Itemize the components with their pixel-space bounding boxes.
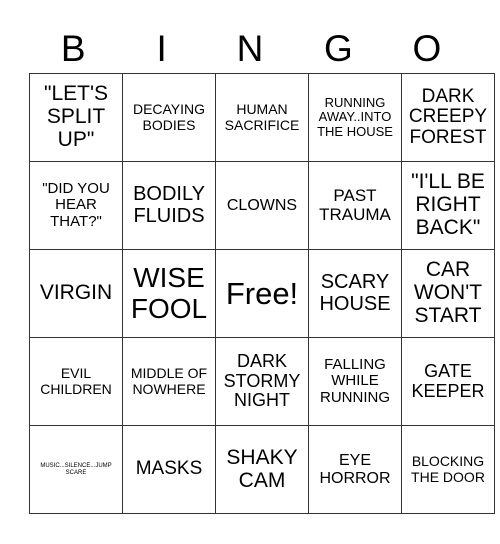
bingo-cell[interactable]: DARK STORMY NIGHT — [215, 337, 309, 426]
bingo-cell[interactable]: CAR WON'T START — [401, 249, 495, 338]
bingo-cell[interactable]: SHAKY CAM — [215, 425, 309, 514]
grid-row: EVIL CHILDREN MIDDLE OF NOWHERE DARK STO… — [29, 337, 495, 426]
bingo-cell[interactable]: EVIL CHILDREN — [29, 337, 123, 426]
bingo-cell[interactable]: "I'LL BE RIGHT BACK" — [401, 161, 495, 250]
bingo-cell[interactable]: CLOWNS — [215, 161, 309, 250]
header-letter-i: I — [156, 28, 167, 69]
grid-row: VIRGIN WISE FOOL Free! SCARY HOUSE CAR W… — [29, 249, 495, 338]
grid-row: MUSIC...SILENCE...JUMP SCARE MASKS SHAKY… — [29, 425, 495, 514]
header-letter-o: O — [412, 28, 442, 69]
bingo-cell[interactable]: HUMAN SACRIFICE — [215, 73, 309, 162]
bingo-cell[interactable]: BLOCKING THE DOOR — [401, 425, 495, 514]
grid-row: "LET'S SPLIT UP" DECAYING BODIES HUMAN S… — [29, 73, 495, 162]
header-letter-b: B — [60, 28, 86, 69]
bingo-cell[interactable]: MASKS — [122, 425, 216, 514]
bingo-cell[interactable]: FALLING WHILE RUNNING — [308, 337, 402, 426]
bingo-grid: "LET'S SPLIT UP" DECAYING BODIES HUMAN S… — [29, 73, 495, 514]
bingo-cell[interactable]: GATE KEEPER — [401, 337, 495, 426]
header-letter-n: N — [236, 28, 264, 69]
bingo-cell[interactable]: DECAYING BODIES — [122, 73, 216, 162]
bingo-cell[interactable]: RUNNING AWAY..INTO THE HOUSE — [308, 73, 402, 162]
bingo-cell[interactable]: BODILY FLUIDS — [122, 161, 216, 250]
bingo-cell[interactable]: SCARY HOUSE — [308, 249, 402, 338]
bingo-cell[interactable]: VIRGIN — [29, 249, 123, 338]
bingo-cell[interactable]: MUSIC...SILENCE...JUMP SCARE — [29, 425, 123, 514]
bingo-cell[interactable]: MIDDLE OF NOWHERE — [122, 337, 216, 426]
grid-row: "DID YOU HEAR THAT?" BODILY FLUIDS CLOWN… — [29, 161, 495, 250]
bingo-cell[interactable]: DARK CREEPY FOREST — [401, 73, 495, 162]
free-cell[interactable]: Free! — [215, 249, 309, 338]
bingo-cell[interactable]: "LET'S SPLIT UP" — [29, 73, 123, 162]
bingo-header: B I N G O — [29, 26, 471, 72]
bingo-cell[interactable]: WISE FOOL — [122, 249, 216, 338]
bingo-cell[interactable]: "DID YOU HEAR THAT?" — [29, 161, 123, 250]
header-letter-g: G — [324, 28, 353, 69]
bingo-cell[interactable]: PAST TRAUMA — [308, 161, 402, 250]
bingo-cell[interactable]: EYE HORROR — [308, 425, 402, 514]
